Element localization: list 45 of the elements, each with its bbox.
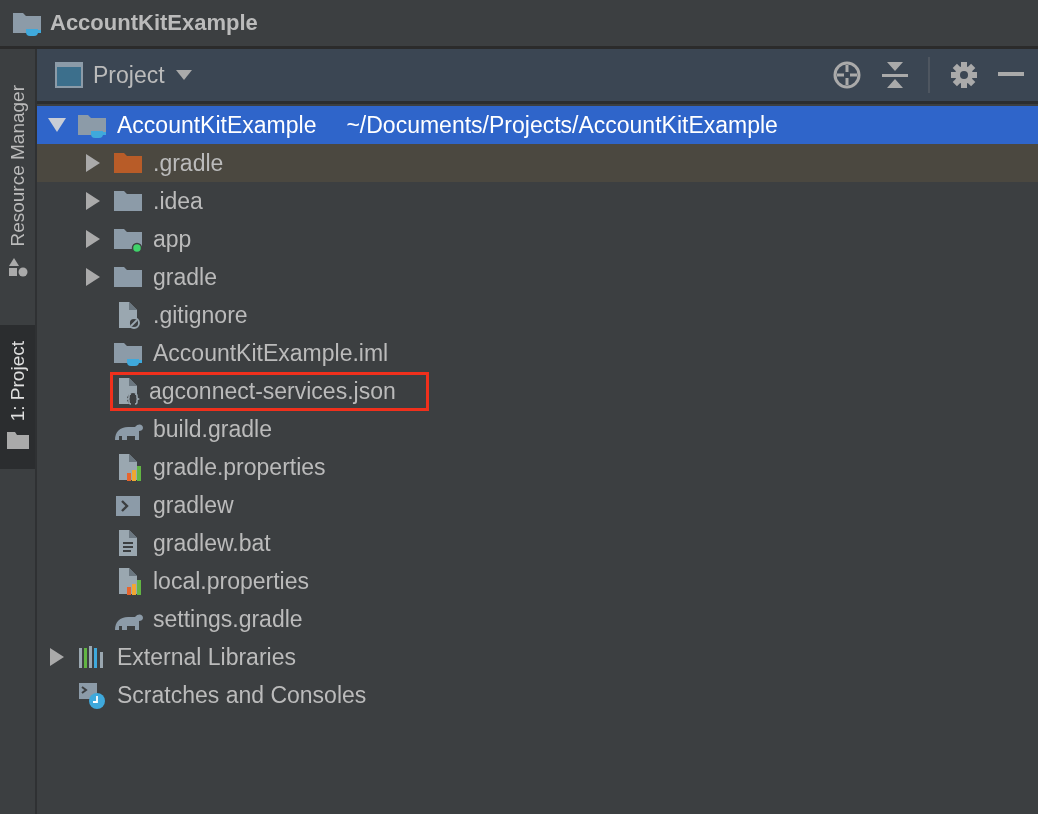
folder-icon xyxy=(6,430,29,449)
tree-row[interactable]: agconnect-services.json xyxy=(37,372,1038,410)
tree-row[interactable]: External Libraries xyxy=(37,638,1038,676)
tree-item-label: settings.gradle xyxy=(152,604,304,634)
tree-item-label: local.properties xyxy=(152,566,310,596)
tree-item-label: app xyxy=(152,224,193,254)
tree-item-label: agconnect-services.json xyxy=(113,374,426,408)
window-title: AccountKitExample xyxy=(50,10,258,36)
tree-row[interactable]: .idea xyxy=(37,182,1038,220)
project-path: ~/Documents/Projects/AccountKitExample xyxy=(346,111,778,139)
tree-item-label: .idea xyxy=(152,186,204,216)
tree-item-label: build.gradle xyxy=(152,414,273,444)
panel-title[interactable]: Project xyxy=(93,61,165,89)
tree-row[interactable]: .gitignore xyxy=(37,296,1038,334)
tree-row[interactable]: Scratches and Consoles xyxy=(37,676,1038,714)
side-tab[interactable]: Resource Manager xyxy=(0,69,35,297)
tree-item-label: .gradle xyxy=(152,148,225,178)
collapse-all-icon[interactable] xyxy=(882,60,908,90)
tree-item-label: gradlew xyxy=(152,490,235,520)
tree-item-label: gradle xyxy=(152,262,218,292)
shapes-icon xyxy=(7,256,28,277)
tree-row[interactable]: gradle.properties xyxy=(37,448,1038,486)
minimize-icon[interactable] xyxy=(998,72,1024,78)
caret-icon[interactable] xyxy=(174,69,193,81)
tree-row[interactable]: build.gradle xyxy=(37,410,1038,448)
window-icon xyxy=(55,62,83,88)
tree-row[interactable]: AccountKitExample.iml xyxy=(37,334,1038,372)
tree-row[interactable]: AccountKitExample ~/Documents/Projects/AccountKitExample xyxy=(37,106,1038,144)
tree-item-label: gradle.properties xyxy=(152,452,327,482)
tree-row[interactable]: gradle xyxy=(37,258,1038,296)
tree-item-label: Scratches and Consoles xyxy=(116,680,368,710)
scratch-clock-icon xyxy=(77,680,107,710)
tree-row[interactable]: gradlew xyxy=(37,486,1038,524)
tree-row[interactable]: app xyxy=(37,220,1038,258)
tree-item-label: External Libraries xyxy=(116,642,297,672)
tree-item-label: gradlew.bat xyxy=(152,528,272,558)
tree-item-label: AccountKitExample.iml xyxy=(152,338,390,368)
tree-row[interactable]: .gradle xyxy=(37,144,1038,182)
side-tab[interactable]: 1: Project xyxy=(0,324,35,469)
locate-icon[interactable] xyxy=(832,60,862,90)
tree-item-label: AccountKitExample xyxy=(116,110,318,140)
tree-row[interactable]: gradlew.bat xyxy=(37,524,1038,562)
tree-row[interactable]: settings.gradle xyxy=(37,600,1038,638)
tree-item-label: .gitignore xyxy=(152,300,249,330)
tree-row[interactable]: local.properties xyxy=(37,562,1038,600)
